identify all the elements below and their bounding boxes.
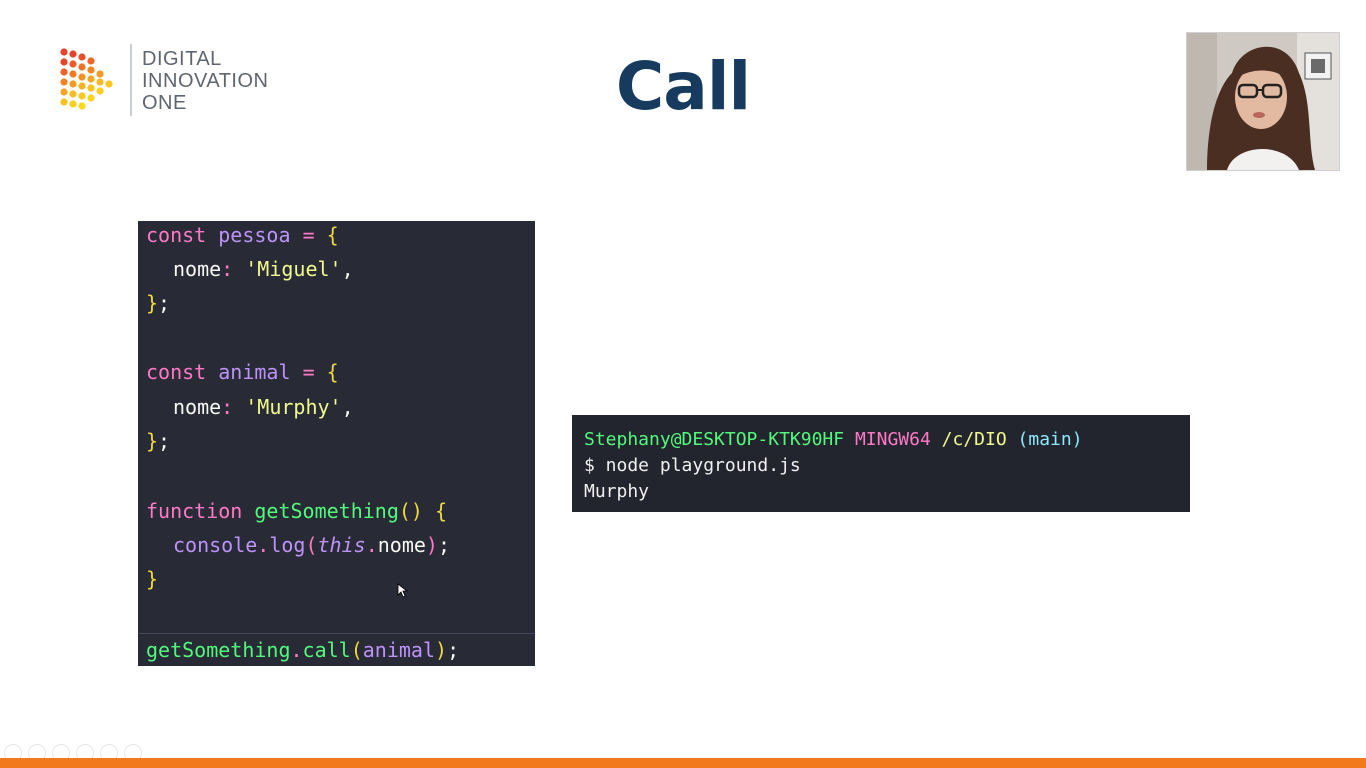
identifier: animal — [218, 360, 291, 384]
semicolon: ; — [447, 638, 460, 662]
property: nome — [173, 257, 222, 281]
current-line-highlight — [138, 633, 535, 634]
code-line-7: function getSomething() { — [146, 497, 447, 525]
method: log — [269, 533, 306, 557]
brace: } — [146, 429, 159, 453]
brace: { — [435, 499, 448, 523]
presenter-video-image — [1187, 33, 1339, 170]
terminal-path: /c/DIO — [941, 429, 1007, 450]
brace: { — [326, 360, 339, 384]
presenter-webcam — [1186, 32, 1340, 171]
brace: } — [146, 291, 159, 315]
terminal-git-branch: (main) — [1017, 429, 1083, 450]
dot: . — [257, 533, 270, 557]
dot: . — [365, 533, 378, 557]
semicolon: ; — [158, 429, 171, 453]
code-line-10: getSomething.call(animal); — [146, 636, 459, 664]
colon: : — [221, 257, 234, 281]
method: call — [302, 638, 351, 662]
paren-close: ) — [425, 533, 438, 557]
argument: animal — [362, 638, 436, 662]
code-line-5: nome: 'Murphy', — [146, 393, 354, 421]
keyword: const — [146, 223, 207, 247]
code-line-9: } — [146, 565, 158, 593]
code-line-6: }; — [146, 427, 170, 455]
object: console — [173, 533, 258, 557]
terminal-user-host: Stephany@DESKTOP-KTK90HF — [584, 429, 845, 450]
string: 'Miguel' — [245, 257, 342, 281]
string: 'Murphy' — [245, 395, 342, 419]
comma: , — [341, 257, 354, 281]
mouse-pointer-icon — [397, 583, 409, 598]
terminal-output: Murphy — [584, 481, 650, 502]
dot: . — [290, 638, 303, 662]
brace: { — [326, 223, 339, 247]
terminal-output-panel: Stephany@DESKTOP-KTK90HF MINGW64 /c/DIO … — [572, 415, 1190, 512]
property: nome — [173, 395, 222, 419]
keyword: function — [146, 499, 243, 523]
code-line-3: }; — [146, 289, 170, 317]
this-keyword: this — [317, 533, 366, 557]
brace: } — [146, 567, 159, 591]
colon: : — [221, 395, 234, 419]
comma: , — [341, 395, 354, 419]
keyword: const — [146, 360, 207, 384]
operator: = — [302, 360, 315, 384]
parens: () — [398, 499, 423, 523]
paren-open: ( — [305, 533, 318, 557]
semicolon: ; — [158, 291, 171, 315]
terminal-env: MINGW64 — [854, 429, 931, 450]
presentation-slide: DIGITAL INNOVATION ONE Call const pessoa… — [0, 0, 1366, 768]
bottom-accent-bar — [0, 758, 1366, 768]
terminal-command: $ node playground.js — [584, 455, 801, 476]
code-line-2: nome: 'Miguel', — [146, 255, 354, 283]
identifier: pessoa — [218, 223, 291, 247]
terminal-prompt-line: Stephany@DESKTOP-KTK90HF MINGW64 /c/DIO … — [584, 427, 1190, 453]
paren-open: ( — [350, 638, 363, 662]
operator: = — [302, 223, 315, 247]
function-name: getSomething — [146, 638, 291, 662]
paren-close: ) — [435, 638, 448, 662]
code-line-1: const pessoa = { — [146, 221, 339, 249]
slide-title: Call — [615, 48, 751, 125]
code-line-8: console.log(this.nome); — [146, 531, 450, 559]
function-name: getSomething — [254, 499, 399, 523]
code-editor-panel: const pessoa = { nome: 'Miguel', }; cons… — [138, 221, 535, 666]
property: nome — [377, 533, 426, 557]
semicolon: ; — [437, 533, 450, 557]
code-line-4: const animal = { — [146, 358, 339, 386]
